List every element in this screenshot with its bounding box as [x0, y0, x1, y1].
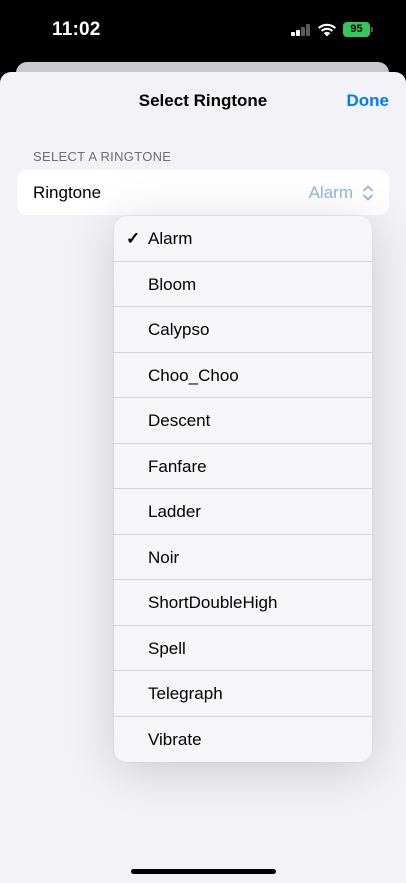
menu-item-label: Noir: [148, 547, 180, 567]
menu-item-label: Spell: [148, 638, 186, 658]
signal-bar: [291, 32, 295, 36]
menu-item-label: Choo_Choo: [148, 365, 239, 385]
ringtone-label: Ringtone: [33, 183, 102, 202]
menu-item-noir[interactable]: Noir: [114, 535, 372, 580]
ringtone-menu: ✓ Alarm Bloom Calypso Choo_Choo Descent …: [114, 216, 372, 762]
menu-item-ladder[interactable]: Ladder: [114, 489, 372, 535]
menu-item-label: Telegraph: [148, 684, 223, 703]
signal-bar: [296, 29, 300, 36]
page-title: Select Ringtone: [138, 91, 268, 110]
menu-item-spell[interactable]: Spell: [114, 626, 372, 671]
section-header: SELECT A RINGTONE: [33, 149, 172, 164]
chevron-up-down-icon: [363, 185, 373, 201]
menu-item-label: Bloom: [148, 274, 197, 294]
checkmark-icon: ✓: [126, 229, 141, 248]
battery-icon: 95: [343, 22, 373, 37]
ringtone-picker-row[interactable]: Ringtone Alarm: [17, 170, 389, 215]
menu-item-choo-choo[interactable]: Choo_Choo: [114, 353, 372, 398]
status-bar: 11:02 95: [0, 0, 406, 60]
menu-item-telegraph[interactable]: Telegraph: [114, 671, 372, 717]
signal-bar: [301, 27, 305, 36]
done-button[interactable]: Done: [347, 91, 390, 111]
cellular-signal-icon: [291, 23, 311, 36]
signal-bar: [306, 24, 310, 36]
menu-item-label: ShortDoubleHigh: [148, 593, 278, 612]
battery-level: 95: [343, 22, 370, 37]
menu-item-shortdoublehigh[interactable]: ShortDoubleHigh: [114, 580, 372, 626]
menu-item-vibrate[interactable]: Vibrate: [114, 717, 372, 763]
screen: 11:02 95 Select Ringtone Done SELECT A R…: [0, 0, 406, 883]
menu-item-label: Calypso: [148, 320, 210, 339]
menu-item-fanfare[interactable]: Fanfare: [114, 444, 372, 489]
menu-item-bloom[interactable]: Bloom: [114, 262, 372, 307]
menu-item-label: Ladder: [148, 502, 201, 521]
wifi-icon: [318, 23, 336, 37]
status-time: 11:02: [52, 19, 101, 40]
menu-item-calypso[interactable]: Calypso: [114, 307, 372, 353]
home-indicator[interactable]: [131, 869, 276, 874]
menu-item-descent[interactable]: Descent: [114, 398, 372, 444]
ringtone-selected-value[interactable]: Alarm: [309, 183, 353, 203]
menu-item-label: Vibrate: [148, 729, 202, 749]
menu-item-label: Alarm: [148, 229, 193, 248]
battery-cap: [371, 27, 373, 32]
menu-item-label: Descent: [148, 411, 211, 430]
menu-item-label: Fanfare: [148, 456, 207, 476]
menu-item-alarm[interactable]: ✓ Alarm: [114, 216, 372, 262]
